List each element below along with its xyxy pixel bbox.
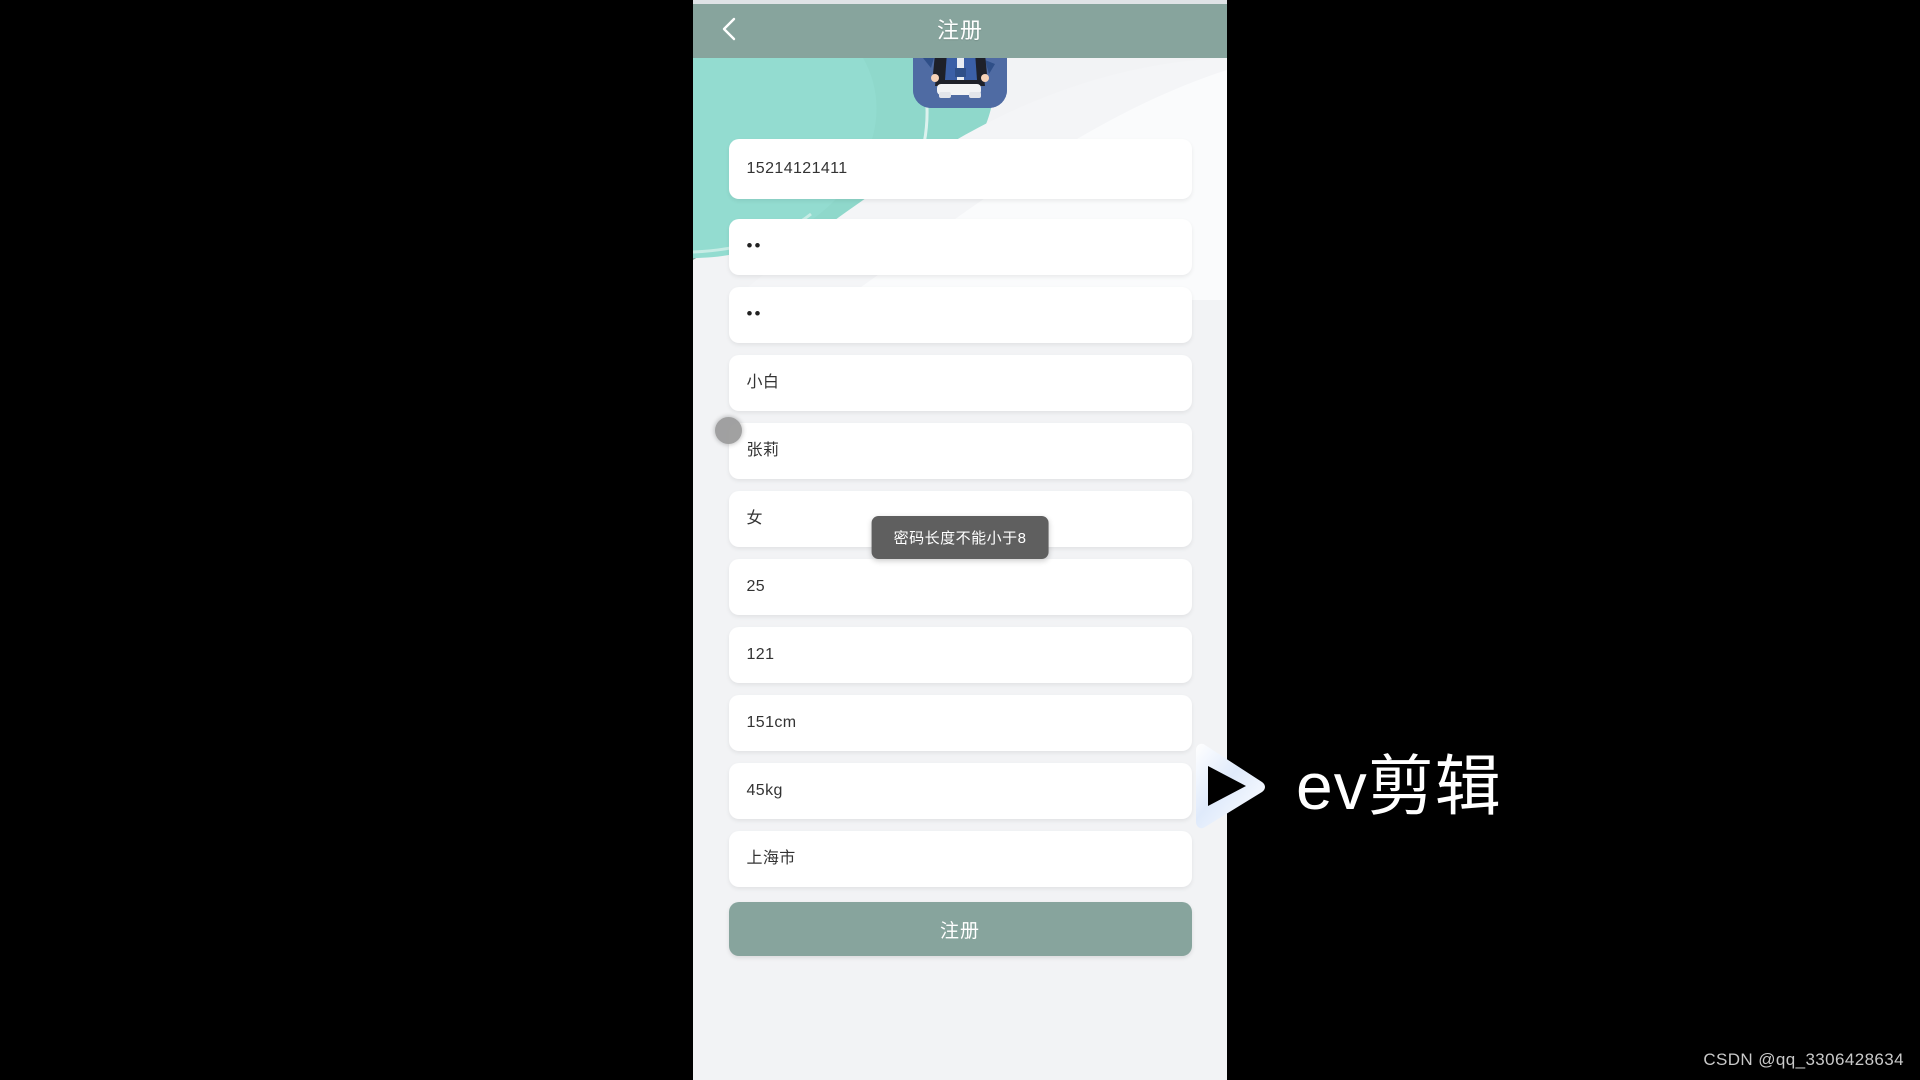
chevron-left-icon (718, 14, 740, 44)
ev-watermark: ev剪辑 (1182, 740, 1502, 832)
register-button-label: 注册 (939, 920, 980, 942)
field-age[interactable]: 25 (728, 559, 1192, 615)
field-realname-value: 张莉 (746, 442, 780, 459)
field-height[interactable]: 151cm (728, 695, 1192, 751)
navbar: 注册 (693, 0, 1227, 58)
back-button[interactable] (711, 11, 747, 47)
status-bar-strip (693, 0, 1227, 4)
field-height-value: 151cm (746, 714, 797, 731)
toast-message: 密码长度不能小于8 (871, 516, 1049, 559)
field-weight[interactable]: 45kg (728, 763, 1192, 819)
screen-root: 注册 15214121411 •• •• 小白 张莉 女 25 121 151c… (0, 0, 1920, 1080)
field-phone[interactable]: 15214121411 (728, 139, 1192, 199)
field-realname[interactable]: 张莉 (728, 423, 1192, 479)
page-title: 注册 (936, 18, 983, 43)
csdn-watermark: CSDN @qq_3306428634 (1703, 1050, 1904, 1069)
field-phone-value: 15214121411 (746, 160, 848, 177)
ev-watermark-label: ev剪辑 (1296, 749, 1502, 823)
field-id-number-value: 121 (746, 646, 775, 663)
field-password-value: •• (746, 235, 763, 255)
toast-text: 密码长度不能小于8 (893, 530, 1027, 547)
play-triangle-icon (1182, 740, 1274, 832)
field-city[interactable]: 上海市 (728, 831, 1192, 887)
phone-viewport: 注册 15214121411 •• •• 小白 张莉 女 25 121 151c… (693, 0, 1227, 1080)
field-confirm-password[interactable]: •• (728, 287, 1192, 343)
register-button[interactable]: 注册 (728, 902, 1192, 956)
field-nickname[interactable]: 小白 (728, 355, 1192, 411)
field-age-value: 25 (746, 578, 766, 595)
field-confirm-password-value: •• (746, 303, 763, 323)
touch-indicator (715, 417, 742, 444)
field-gender-value: 女 (746, 510, 763, 527)
field-weight-value: 45kg (746, 782, 783, 799)
field-nickname-value: 小白 (746, 374, 780, 391)
field-city-value: 上海市 (746, 850, 796, 867)
field-password[interactable]: •• (728, 219, 1192, 275)
field-id-number[interactable]: 121 (728, 627, 1192, 683)
